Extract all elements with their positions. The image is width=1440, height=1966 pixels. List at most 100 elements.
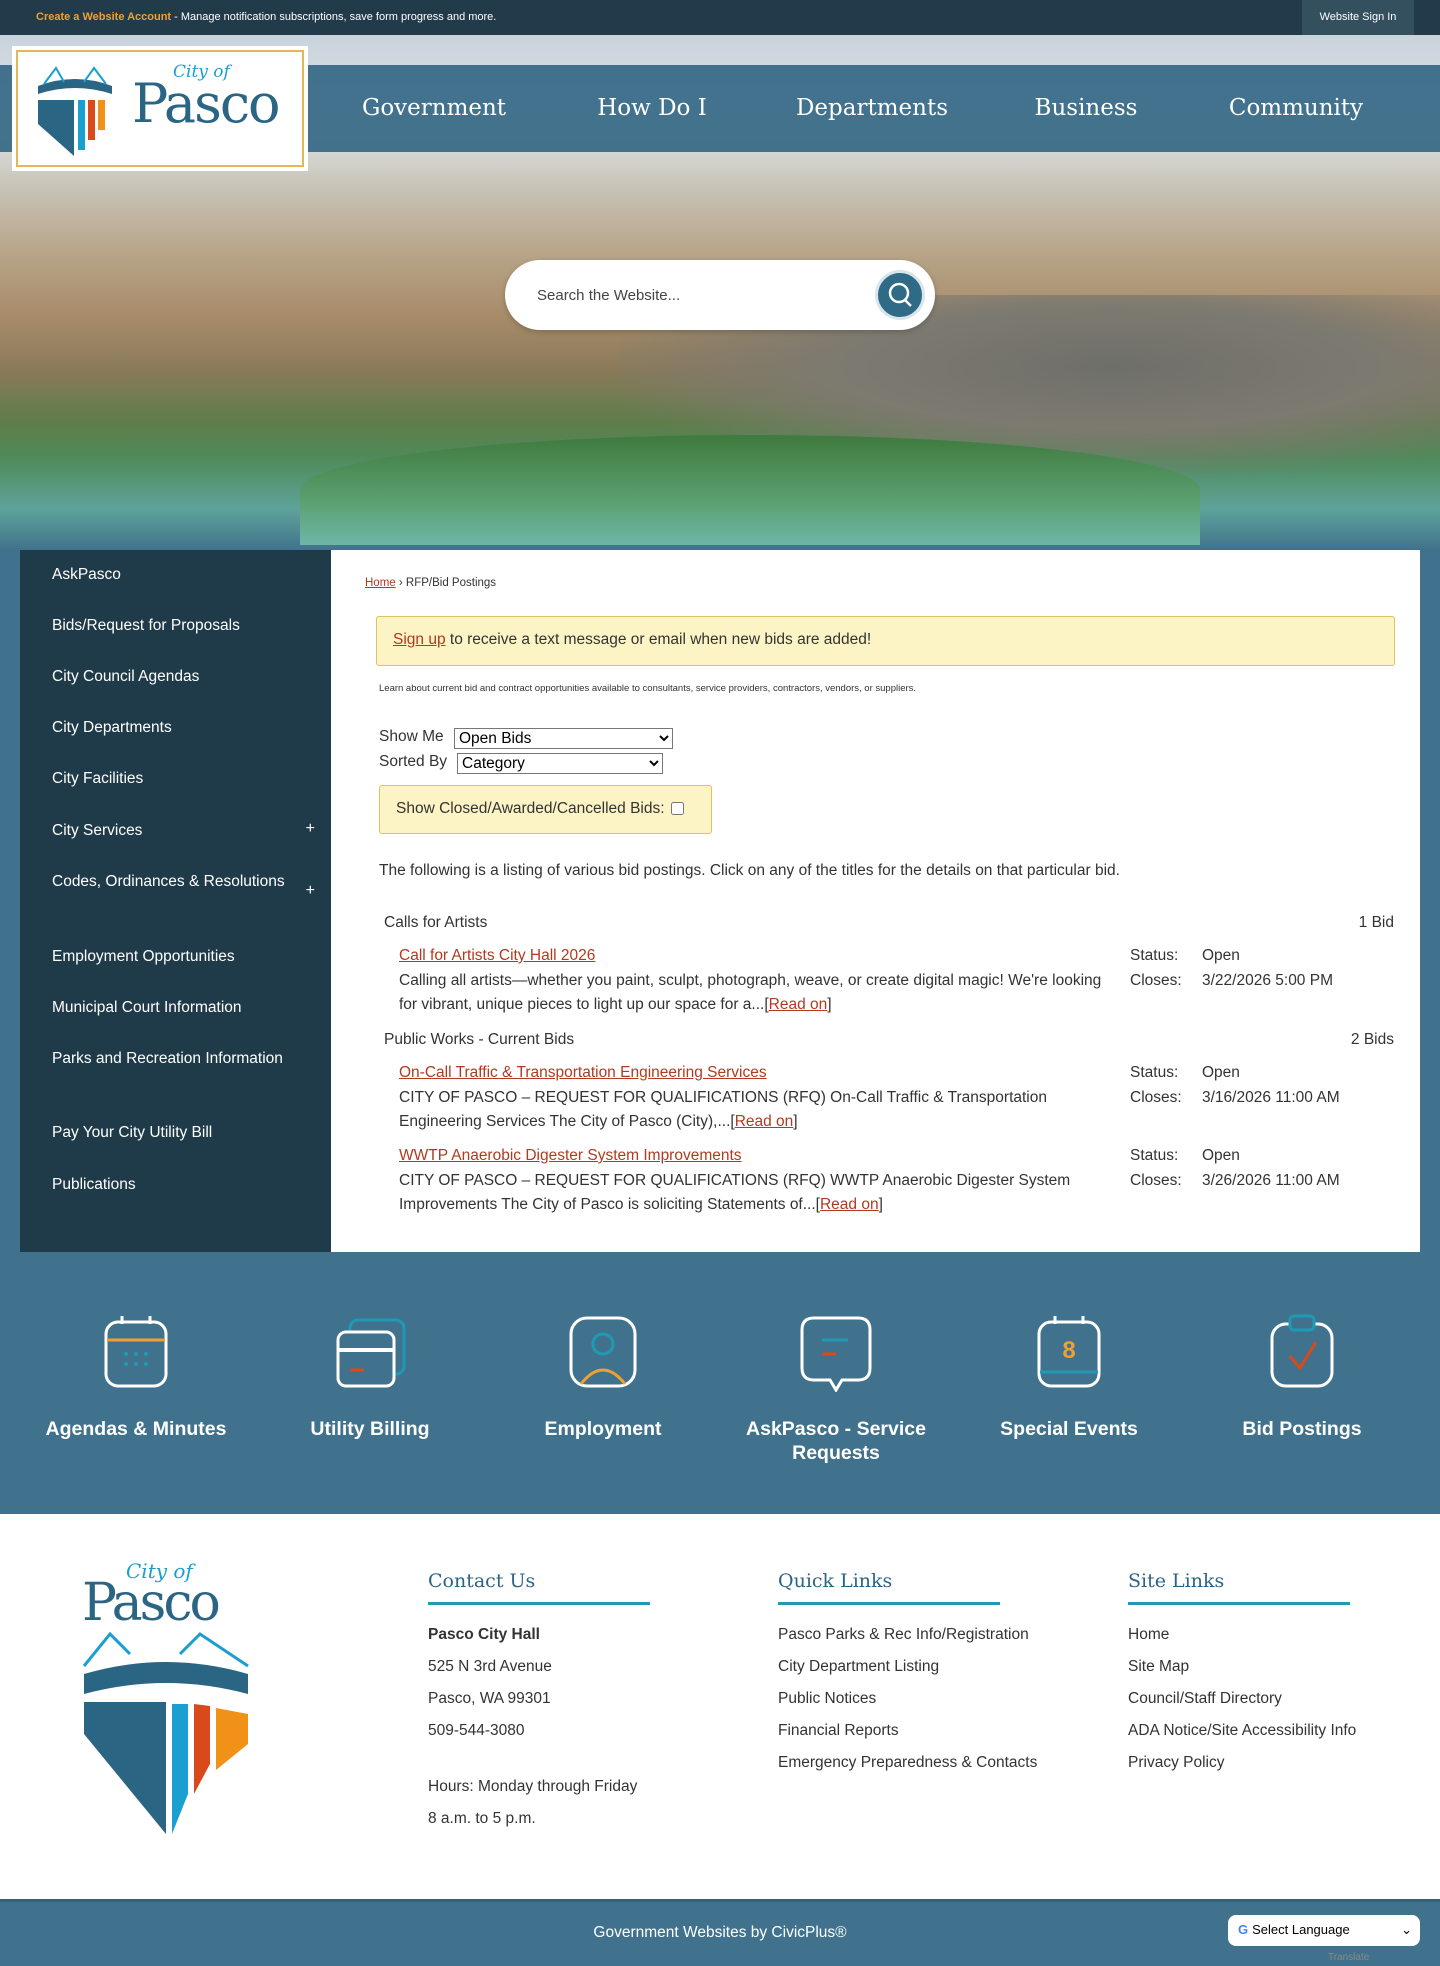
logo-shield-icon [38,66,112,156]
sorted-by-select[interactable]: Category [457,753,663,774]
svg-text:8: 8 [1062,1337,1075,1364]
main-section: AskPasco Bids/Request for Proposals City… [20,550,1420,1252]
bid-title-link[interactable]: Call for Artists City Hall 2026 [399,947,595,964]
nav-community[interactable]: Community [1229,65,1363,152]
show-closed-checkbox[interactable] [670,802,684,816]
sidebar-item-city-services[interactable]: City Services [52,819,292,843]
sidebar-item-publications[interactable]: Publications [52,1173,292,1197]
tile-employment[interactable]: Employment [503,1312,703,1441]
footer-contact: Contact Us Pasco City Hall 525 N 3rd Ave… [428,1570,728,1835]
footer-logo[interactable]: City of Pasco [80,1554,252,1844]
bid-item: On-Call Traffic & Transportation Enginee… [399,1061,1399,1135]
closes-label: Closes: [1130,1088,1182,1106]
footer-link[interactable]: Site Map [1128,1651,1428,1683]
footer-link[interactable]: Privacy Policy [1128,1747,1428,1779]
sidebar-item-departments[interactable]: City Departments [52,716,292,740]
tile-label: Employment [544,1418,662,1440]
language-select[interactable]: G Select Language ⌄ [1228,1915,1420,1946]
footer-link[interactable]: Pasco Parks & Rec Info/Registration [778,1619,1078,1651]
signup-text: to receive a text message or email when … [445,631,872,648]
content-area: Home › RFP/Bid Postings Sign up to recei… [331,550,1420,1252]
nav-government[interactable]: Government [362,65,506,152]
tile-bid-postings[interactable]: Bid Postings [1202,1312,1402,1441]
calendar-event-icon: 8 [1037,1316,1101,1388]
tile-utility-billing[interactable]: Utility Billing [270,1312,470,1441]
expand-codes-button[interactable]: + [306,882,315,900]
bid-title-link[interactable]: WWTP Anaerobic Digester System Improveme… [399,1147,742,1164]
read-on-link[interactable]: Read on [769,996,828,1013]
tile-special-events[interactable]: 8 Special Events [969,1312,1169,1441]
closes-label: Closes: [1130,971,1182,989]
category-name: Calls for Artists [384,914,488,931]
sidebar-item-employment[interactable]: Employment Opportunities [52,945,292,969]
site-links-heading: Site Links [1128,1570,1350,1605]
search-input[interactable]: Search the Website... [537,287,680,304]
sidebar-item-facilities[interactable]: City Facilities [52,767,292,791]
show-closed-bids-box: Show Closed/Awarded/Cancelled Bids: [379,785,712,834]
sidebar-item-municipal-court[interactable]: Municipal Court Information [52,996,292,1020]
sidebar-item-bids[interactable]: Bids/Request for Proposals [52,614,292,638]
breadcrumb-current: RFP/Bid Postings [405,577,497,589]
category-header: Calls for Artists 1 Bid [384,914,1394,932]
translate-label: Translate [1328,1952,1370,1963]
footer-link[interactable]: ADA Notice/Site Accessibility Info [1128,1715,1428,1747]
bid-item: WWTP Anaerobic Digester System Improveme… [399,1144,1399,1218]
status-value: Open [1202,1147,1240,1164]
contact-hours-time: 8 a.m. to 5 p.m. [428,1810,536,1827]
google-icon: G [1238,1922,1249,1937]
bid-item: Call for Artists City Hall 2026 Calling … [399,944,1399,1018]
signup-notice: Sign up to receive a text message or ema… [376,616,1395,666]
person-icon [569,1316,637,1388]
category-name: Public Works - Current Bids [384,1031,575,1048]
bid-meta: Status: Open Closes: 3/16/2026 11:00 AM [1130,1061,1410,1110]
clipboard-check-icon [1270,1314,1334,1388]
sorted-by-label: Sorted By [379,753,448,770]
sidebar-item-council-agendas[interactable]: City Council Agendas [52,665,292,689]
tile-label: Bid Postings [1242,1418,1362,1440]
expand-city-services-button[interactable]: + [306,820,315,838]
tile-askpasco[interactable]: AskPasco - Service Requests [736,1312,936,1465]
footer-site-links: Site Links Home Site Map Council/Staff D… [1128,1570,1428,1779]
footer-link[interactable]: Public Notices [778,1683,1078,1715]
breadcrumb-home[interactable]: Home [365,577,396,589]
category-count: 2 Bids [1350,1031,1394,1048]
nav-departments[interactable]: Departments [796,65,948,152]
svg-text:Pasco: Pasco [82,1573,218,1633]
site-search: Search the Website... [505,260,935,330]
status-label: Status: [1130,947,1179,964]
nav-how-do-i[interactable]: How Do I [597,65,707,152]
footer-link[interactable]: City Department Listing [778,1651,1078,1683]
footer-link[interactable]: Council/Staff Directory [1128,1683,1428,1715]
contact-heading: Contact Us [428,1570,650,1605]
website-sign-in-button[interactable]: Website Sign In [1302,0,1414,35]
footer-link[interactable]: Home [1128,1619,1428,1651]
sidebar-item-parks[interactable]: Parks and Recreation Information [52,1047,292,1071]
show-me-select[interactable]: Open Bids [454,728,673,749]
bid-description: Calling all artists—whether you paint, s… [399,971,1102,1014]
footer-link[interactable]: Emergency Preparedness & Contacts [778,1747,1078,1779]
city-logo[interactable]: City of Pasco [16,50,304,167]
hero-image-field [300,435,1200,545]
sidebar-item-codes[interactable]: Codes, Ordinances & Resolutions [52,870,292,894]
tile-agendas-minutes[interactable]: Agendas & Minutes [36,1312,236,1441]
closes-value: 3/26/2026 11:00 AM [1202,1171,1340,1189]
civicplus-credit[interactable]: Government Websites by CivicPlus® [0,1924,1440,1942]
topbar-message: - Manage notification subscriptions, sav… [171,11,497,23]
quick-tiles: Agendas & Minutes Utility Billing Employ… [0,1252,1440,1514]
contact-name: Pasco City Hall [428,1626,540,1643]
nav-business[interactable]: Business [1035,65,1138,152]
read-on-link[interactable]: Read on [735,1113,794,1130]
sidebar-item-utility-bill[interactable]: Pay Your City Utility Bill [52,1121,292,1145]
bid-title-link[interactable]: On-Call Traffic & Transportation Enginee… [399,1064,767,1081]
show-closed-label: Show Closed/Awarded/Cancelled Bids: [396,800,665,817]
sidebar-nav: AskPasco Bids/Request for Proposals City… [20,550,331,1252]
footer-link[interactable]: Financial Reports [778,1715,1078,1747]
sidebar-item-askpasco[interactable]: AskPasco [52,563,292,587]
read-on-link[interactable]: Read on [820,1196,879,1213]
chat-bubble-icon [800,1316,872,1393]
learn-text: Learn about current bid and contract opp… [379,683,917,694]
search-button[interactable] [875,270,925,320]
sign-up-link[interactable]: Sign up [393,631,446,648]
create-account-link[interactable]: Create a Website Account [36,11,171,23]
status-label: Status: [1130,1064,1179,1081]
